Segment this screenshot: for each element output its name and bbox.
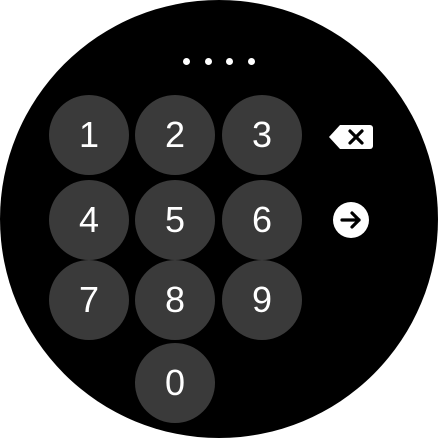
key-label: 8 xyxy=(164,279,186,320)
key-label: 6 xyxy=(251,199,273,240)
key-8[interactable]: 8 xyxy=(135,260,215,340)
pin-dot xyxy=(247,57,255,65)
key-5[interactable]: 5 xyxy=(135,180,215,260)
arrow-right-circle-icon xyxy=(333,202,369,238)
key-4[interactable]: 4 xyxy=(49,180,129,260)
backspace-button[interactable] xyxy=(326,120,376,154)
pin-dot xyxy=(183,57,190,65)
key-label: 3 xyxy=(251,114,273,155)
key-3[interactable]: 3 xyxy=(222,95,302,175)
key-label: 9 xyxy=(251,279,273,320)
key-6[interactable]: 6 xyxy=(222,180,302,260)
pin-dot xyxy=(204,57,212,65)
key-label: 0 xyxy=(164,362,186,403)
key-label: 2 xyxy=(164,114,186,155)
key-label: 5 xyxy=(164,199,186,240)
key-0[interactable]: 0 xyxy=(135,343,215,423)
watch-face: 1 2 3 4 5 6 7 8 9 0 xyxy=(0,0,438,438)
key-label: 7 xyxy=(78,279,100,320)
pin-indicator xyxy=(183,57,255,65)
enter-button[interactable] xyxy=(331,200,371,240)
key-1[interactable]: 1 xyxy=(49,95,129,175)
key-7[interactable]: 7 xyxy=(49,260,129,340)
pin-dot xyxy=(226,57,234,65)
key-label: 1 xyxy=(78,114,100,155)
key-9[interactable]: 9 xyxy=(222,260,302,340)
key-2[interactable]: 2 xyxy=(135,95,215,175)
key-label: 4 xyxy=(78,199,100,240)
backspace-icon xyxy=(329,125,373,149)
